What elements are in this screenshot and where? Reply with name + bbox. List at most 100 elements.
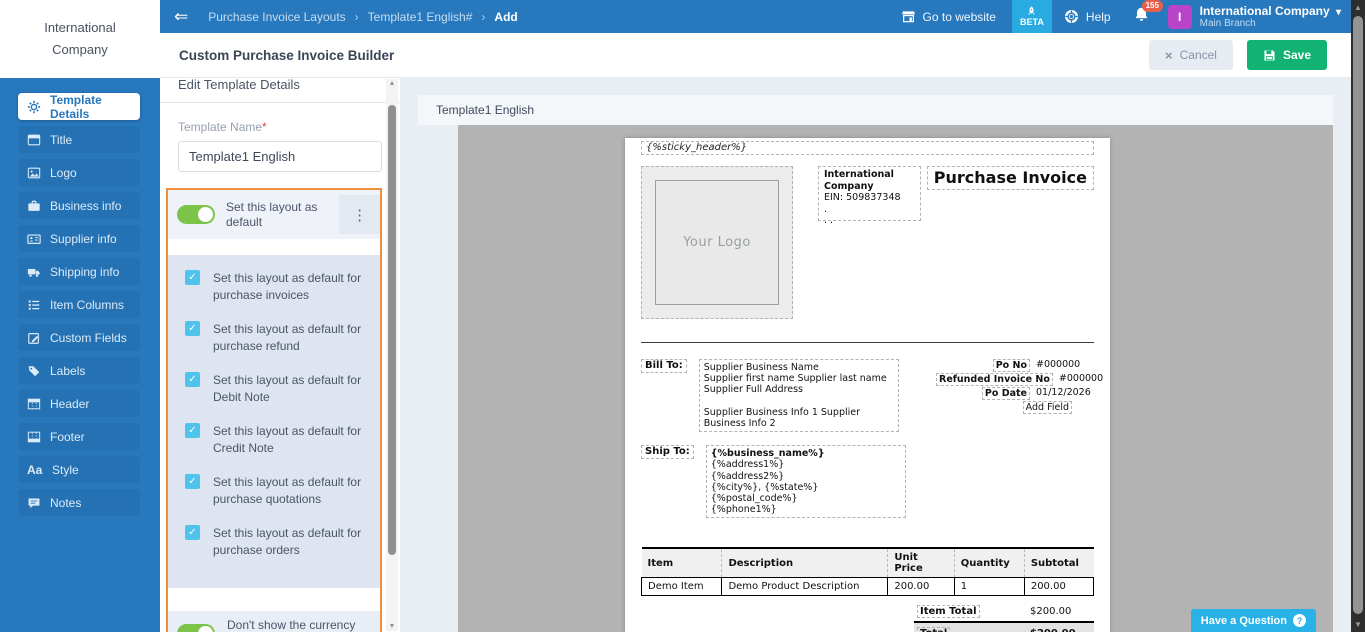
sticky-header-placeholder[interactable]: {%sticky_header%} bbox=[641, 141, 1094, 155]
truck-icon bbox=[27, 265, 41, 279]
company-avatar[interactable]: I bbox=[1168, 5, 1192, 29]
page-scrollbar[interactable]: ▲ ▼ bbox=[1351, 0, 1365, 632]
sub-header: Custom Purchase Invoice Builder × Cancel… bbox=[160, 33, 1351, 78]
sidebar-item-footer[interactable]: Footer bbox=[18, 423, 140, 450]
ship-to-label[interactable]: Ship To: bbox=[641, 445, 694, 459]
sidebar-item-labels[interactable]: Labels bbox=[18, 357, 140, 384]
column-description[interactable]: Description bbox=[722, 548, 888, 578]
checkbox-default-purchase-quotations[interactable]: ✓ Set this layout as default for purchas… bbox=[185, 474, 370, 508]
checkbox-default-purchase-orders[interactable]: ✓ Set this layout as default for purchas… bbox=[185, 525, 370, 559]
page-scrollbar-thumb[interactable] bbox=[1353, 16, 1363, 614]
total-label[interactable]: Total bbox=[917, 627, 950, 632]
bill-to-block[interactable]: Supplier Business Name Supplier first na… bbox=[699, 359, 899, 432]
breadcrumb-template1-english[interactable]: Template1 English# bbox=[368, 10, 473, 24]
item-total-label[interactable]: Item Total bbox=[917, 605, 980, 618]
panel-scrollbar[interactable]: ▲ ▼ bbox=[386, 79, 398, 631]
checkbox-checked-icon[interactable]: ✓ bbox=[185, 474, 200, 489]
checkbox-checked-icon[interactable]: ✓ bbox=[185, 423, 200, 438]
sidebar-item-style[interactable]: Aa Style bbox=[18, 456, 140, 483]
sidebar-item-logo[interactable]: Logo bbox=[18, 159, 140, 186]
panel-title: Edit Template Details bbox=[160, 76, 400, 103]
notifications-button[interactable]: 155 bbox=[1133, 6, 1150, 28]
checkbox-checked-icon[interactable]: ✓ bbox=[185, 372, 200, 387]
beta-button[interactable]: BETA bbox=[1012, 0, 1052, 33]
business-info-block[interactable]: International Company EIN: 509837348 . .… bbox=[818, 166, 921, 221]
items-table-row: Demo Item Demo Product Description 200.0… bbox=[642, 578, 1094, 596]
checkbox-checked-icon[interactable]: ✓ bbox=[185, 525, 200, 540]
logo-placeholder[interactable]: Your Logo bbox=[655, 180, 779, 305]
sidebar-item-supplier-info[interactable]: Supplier info bbox=[18, 225, 140, 252]
cell-description: Demo Product Description bbox=[722, 578, 888, 596]
checkbox-default-debit-note[interactable]: ✓ Set this layout as default for Debit N… bbox=[185, 372, 370, 406]
briefcase-icon bbox=[27, 199, 41, 213]
sidebar-item-notes[interactable]: Notes bbox=[18, 489, 140, 516]
edit-template-panel: Edit Template Details Template Name* Set… bbox=[160, 78, 400, 632]
po-date-label[interactable]: Po Date bbox=[982, 387, 1030, 400]
breadcrumb-separator: › bbox=[481, 10, 485, 24]
column-quantity[interactable]: Quantity bbox=[954, 548, 1024, 578]
cell-quantity: 1 bbox=[954, 578, 1024, 596]
items-table: Item Description Unit Price Quantity Sub… bbox=[641, 547, 1094, 596]
po-date-value[interactable]: 01/12/2026 bbox=[1036, 387, 1094, 400]
checkbox-default-purchase-invoices[interactable]: ✓ Set this layout as default for purchas… bbox=[185, 270, 370, 304]
total-row-item-total: Item Total $200.00 bbox=[914, 603, 1094, 622]
template-name-input[interactable] bbox=[178, 141, 382, 172]
scroll-up-icon[interactable]: ▲ bbox=[1351, 3, 1365, 12]
column-subtotal[interactable]: Subtotal bbox=[1024, 548, 1093, 578]
preview-card: Template1 English {%sticky_header%} Your… bbox=[418, 95, 1333, 632]
more-options-button[interactable]: ⋮ bbox=[339, 195, 380, 234]
sidebar-item-title[interactable]: Title bbox=[18, 126, 140, 153]
window-title-icon bbox=[27, 133, 41, 147]
po-no-value[interactable]: #000000 bbox=[1036, 359, 1094, 372]
scroll-up-icon[interactable]: ▲ bbox=[386, 80, 398, 87]
panel-scrollbar-thumb[interactable] bbox=[388, 105, 396, 555]
default-toggle-label: Set this layout as default bbox=[226, 200, 328, 230]
sidebar-item-business-info[interactable]: Business info bbox=[18, 192, 140, 219]
po-no-label[interactable]: Po No bbox=[993, 359, 1030, 372]
logo-upload-area[interactable]: Your Logo bbox=[641, 166, 793, 319]
sidebar-item-item-columns[interactable]: Item Columns bbox=[18, 291, 140, 318]
sidebar-item-header[interactable]: Header bbox=[18, 390, 140, 417]
default-layout-toggle[interactable] bbox=[177, 205, 215, 224]
template-name-label: Template Name* bbox=[178, 120, 382, 134]
refunded-invoice-no-label[interactable]: Refunded Invoice No bbox=[936, 373, 1053, 386]
invoice-title[interactable]: Purchase Invoice bbox=[927, 166, 1094, 190]
cancel-button[interactable]: × Cancel bbox=[1149, 40, 1233, 70]
sidebar-company-name: International Company bbox=[0, 0, 160, 78]
sidebar-item-template-details[interactable]: Template Details bbox=[18, 93, 140, 120]
bill-to-label[interactable]: Bill To: bbox=[641, 359, 687, 373]
cell-unit-price: 200.00 bbox=[888, 578, 954, 596]
refunded-invoice-no-value[interactable]: #000000 bbox=[1059, 373, 1117, 386]
storefront-icon bbox=[901, 9, 916, 24]
scroll-down-icon[interactable]: ▼ bbox=[386, 623, 398, 630]
back-arrow-icon[interactable]: ⇐ bbox=[174, 8, 188, 25]
totals-block: Item Total $200.00 Total $200.00 Paid $0… bbox=[914, 603, 1094, 632]
account-menu[interactable]: International Company ▾ Main Branch bbox=[1200, 4, 1341, 29]
close-icon: × bbox=[1165, 48, 1173, 63]
save-button[interactable]: Save bbox=[1247, 40, 1327, 70]
preview-canvas: {%sticky_header%} Your Logo Internationa… bbox=[458, 125, 1333, 632]
item-total-value: $200.00 bbox=[1030, 606, 1094, 617]
checkbox-default-purchase-refund[interactable]: ✓ Set this layout as default for purchas… bbox=[185, 321, 370, 355]
have-a-question-button[interactable]: Have a Question ? bbox=[1191, 609, 1316, 632]
add-field-button[interactable]: Add Field bbox=[1023, 401, 1072, 414]
cell-subtotal: 200.00 bbox=[1024, 578, 1093, 596]
comment-icon bbox=[27, 496, 41, 510]
currency-symbol-toggle[interactable] bbox=[177, 624, 215, 632]
required-asterisk: * bbox=[262, 120, 267, 134]
cell-item: Demo Item bbox=[642, 578, 722, 596]
ship-to-block[interactable]: {%business_name%} {%address1%} {%address… bbox=[706, 445, 906, 518]
list-icon bbox=[27, 298, 41, 312]
column-unit-price[interactable]: Unit Price bbox=[888, 548, 954, 578]
checkbox-default-credit-note[interactable]: ✓ Set this layout as default for Credit … bbox=[185, 423, 370, 457]
help-link[interactable]: Help bbox=[1064, 9, 1111, 24]
checkbox-checked-icon[interactable]: ✓ bbox=[185, 321, 200, 336]
checkbox-checked-icon[interactable]: ✓ bbox=[185, 270, 200, 285]
sidebar-item-shipping-info[interactable]: Shipping info bbox=[18, 258, 140, 285]
sidebar: International Company Template Details T… bbox=[0, 0, 160, 632]
breadcrumb-purchase-invoice-layouts[interactable]: Purchase Invoice Layouts bbox=[208, 10, 345, 24]
column-item[interactable]: Item bbox=[642, 548, 722, 578]
scroll-down-icon[interactable]: ▼ bbox=[1351, 620, 1365, 629]
sidebar-item-custom-fields[interactable]: Custom Fields bbox=[18, 324, 140, 351]
go-to-website-link[interactable]: Go to website bbox=[901, 9, 996, 24]
